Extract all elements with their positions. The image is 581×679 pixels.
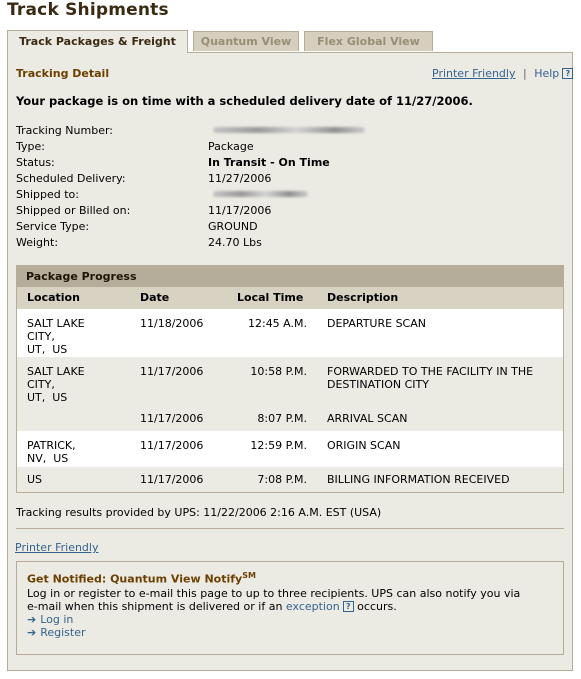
top-links: Printer Friendly | Help? [432,67,574,80]
notify-title: Get Notified: Quantum View NotifySM [27,571,256,586]
row-description: DEPARTURE SCAN [327,317,426,330]
shipped-to-label: Shipped to: [16,188,79,201]
type-value: Package [208,140,254,153]
delivery-summary: Your package is on time with a scheduled… [16,94,473,108]
notify-text-line1: Log in or register to e-mail this page t… [27,587,521,600]
row-description: FORWARDED TO THE FACILITY IN THE DESTINA… [327,365,534,391]
arrow-right-icon: ➔ [27,626,37,639]
scheduled-delivery-value: 11/27/2006 [208,172,272,185]
service-type-value: GROUND [208,220,258,233]
row-location: US [27,473,43,486]
column-header-location: Location [27,291,80,304]
scheduled-delivery-label: Scheduled Delivery: [16,172,126,185]
shipped-on-value: 11/17/2006 [208,204,272,217]
column-header-description: Description [327,291,399,304]
weight-label: Weight: [16,236,59,249]
service-type-label: Service Type: [16,220,90,233]
tracking-panel: Tracking Detail Printer Friendly | Help?… [7,52,574,671]
tracking-detail-heading: Tracking Detail [16,67,110,80]
row-description: ORIGIN SCAN [327,439,401,452]
tab-quantum-view[interactable]: Quantum View [193,31,299,51]
shipped-on-label: Shipped or Billed on: [16,204,131,217]
register-link[interactable]: Register [40,626,85,639]
tab-track-packages-freight[interactable]: Track Packages & Freight [7,30,188,53]
table-row: SALT LAKE CITY, UT, US 11/18/2006 12:45 … [17,309,563,357]
row-location: SALT LAKE CITY, UT, US [27,317,85,356]
help-link[interactable]: Help [534,67,559,80]
bottom-printer-friendly-link[interactable]: Printer Friendly [15,541,98,554]
notify-box: Get Notified: Quantum View NotifySM Log … [16,561,564,655]
progress-column-headers: Location Date Local Time Description [17,287,563,309]
row-time: 12:59 P.M. [250,439,307,452]
exception-link[interactable]: exception [286,600,340,613]
register-item[interactable]: ➔ Register [27,626,86,639]
notify-text-post: occurs. [353,600,397,613]
row-location: SALT LAKE CITY, UT, US [27,365,85,404]
type-label: Type: [16,140,45,153]
row-time: 8:07 P.M. [257,412,307,425]
tracking-number-label: Tracking Number: [16,124,113,137]
column-header-date: Date [140,291,170,304]
notify-text-line2: e-mail when this shipment is delivered o… [27,600,397,613]
row-time: 12:45 A.M. [247,317,307,330]
row-location: PATRICK, NV, US [27,439,76,465]
divider [16,528,564,529]
exception-help-icon[interactable]: ? [342,601,354,612]
row-description: BILLING INFORMATION RECEIVED [327,473,510,486]
page-title: Track Shipments [7,0,169,20]
notify-text-pre: e-mail when this shipment is delivered o… [27,600,286,613]
tracking-number-redacted [213,127,365,133]
table-row: SALT LAKE CITY, UT, US 11/17/2006 10:58 … [17,357,563,431]
notify-title-text: Get Notified: Quantum View Notify [27,572,243,586]
status-value: In Transit - On Time [208,156,330,169]
row-time: 10:58 P.M. [250,365,307,378]
printer-friendly-link[interactable]: Printer Friendly [432,67,515,80]
notify-title-sup: SM [242,571,256,580]
login-link[interactable]: Log in [40,613,73,626]
table-row: PATRICK, NV, US 11/17/2006 12:59 P.M. OR… [17,431,563,467]
status-label: Status: [16,156,55,169]
column-header-local-time: Local Time [237,291,304,304]
arrow-right-icon: ➔ [27,613,37,626]
row-description: ARRIVAL SCAN [327,412,408,425]
row-time: 7:08 P.M. [257,473,307,486]
tab-flex-global-view[interactable]: Flex Global View [304,31,433,51]
shipped-to-redacted [213,191,308,197]
package-progress-table: Package Progress Location Date Local Tim… [16,265,564,493]
link-separator: | [522,67,527,80]
tracking-results-note: Tracking results provided by UPS: 11/22/… [16,506,382,519]
table-row: US 11/17/2006 7:08 P.M. BILLING INFORMAT… [17,467,563,492]
weight-value: 24.70 Lbs [208,236,262,249]
package-progress-title: Package Progress [17,266,563,287]
help-icon[interactable]: ? [562,68,574,79]
login-item[interactable]: ➔ Log in [27,613,73,626]
